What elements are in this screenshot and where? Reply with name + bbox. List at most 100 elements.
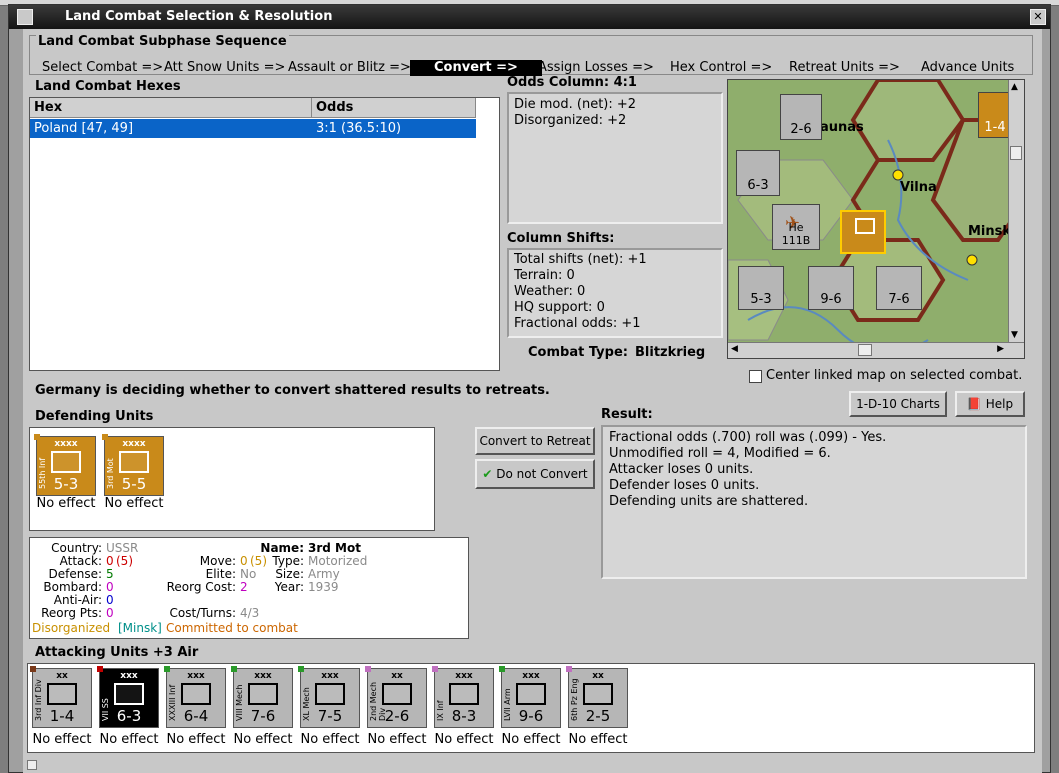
odds-column-panel: Die mod. (net): +2 Disorganized: +2 bbox=[507, 92, 723, 224]
step-assign-losses: Assign Losses => bbox=[538, 60, 654, 75]
scroll-right-icon[interactable]: ▶ bbox=[997, 344, 1004, 354]
map-counter[interactable]: 7-6 bbox=[876, 266, 922, 310]
center-map-label: Center linked map on selected combat. bbox=[766, 368, 1023, 383]
attacker-unit[interactable]: xxx VIII Mech 7-6 bbox=[231, 666, 293, 728]
linked-map[interactable]: aunas Vilna Minsk 2-6 6-3 ✈ He 111B 5-3 … bbox=[727, 79, 1025, 359]
attacker-unit[interactable]: xx 6th Pz Eng 2-5 bbox=[566, 666, 628, 728]
checkmark-icon: ✔ bbox=[482, 467, 493, 481]
combat-type-label: Combat Type: bbox=[528, 345, 628, 360]
attacker-unit[interactable]: xxx VII SS 6-3 bbox=[97, 666, 159, 728]
attacker-effect: No effect bbox=[233, 732, 293, 747]
combat-type-value: Blitzkrieg bbox=[635, 345, 706, 360]
scroll-left-icon[interactable]: ◀ bbox=[731, 344, 738, 354]
attacker-unit[interactable]: xxx XXXIII Inf 6-4 bbox=[164, 666, 226, 728]
defending-title: Defending Units bbox=[35, 409, 154, 424]
dialog-body: Land Combat Subphase Sequence Select Com… bbox=[23, 29, 1042, 773]
unit-symbol-icon bbox=[248, 683, 278, 705]
unit-symbol-icon bbox=[583, 683, 613, 705]
map-counter[interactable]: 9-6 bbox=[808, 266, 854, 310]
defender-unit[interactable]: xxxx 3rd Mot 5-5 bbox=[102, 434, 164, 496]
unit-symbol-icon bbox=[315, 683, 345, 705]
map-counter[interactable]: 5-3 bbox=[738, 266, 784, 310]
attacker-unit[interactable]: xxx XL Mech 7-5 bbox=[298, 666, 360, 728]
costturns-value: 4/3 bbox=[240, 606, 260, 620]
attacker-unit[interactable]: xxx LVII Arm 9-6 bbox=[499, 666, 561, 728]
result-line: Defender loses 0 units. bbox=[609, 478, 760, 493]
defender-unit[interactable]: xxxx 55th Inf 5-3 bbox=[34, 434, 96, 496]
do-not-convert-button[interactable]: ✔ Do not Convert bbox=[475, 459, 595, 489]
unit-year-value: 1939 bbox=[308, 580, 339, 594]
step-hex-control: Hex Control => bbox=[670, 60, 773, 75]
status-disorganized: Disorganized bbox=[32, 621, 111, 635]
attacker-effect: No effect bbox=[568, 732, 628, 747]
status-committed: Committed to combat bbox=[166, 621, 298, 635]
close-button[interactable]: ✕ bbox=[1030, 9, 1046, 25]
scroll-thumb[interactable] bbox=[1010, 146, 1022, 160]
system-menu-icon[interactable] bbox=[17, 9, 33, 25]
column-shifts-title: Column Shifts: bbox=[507, 231, 615, 246]
result-panel: Fractional odds (.700) roll was (.099) -… bbox=[601, 425, 1027, 579]
map-vertical-scrollbar[interactable]: ▲ ▼ bbox=[1008, 80, 1024, 358]
help-button[interactable]: 📕 Help bbox=[955, 391, 1025, 417]
odds-column-header[interactable]: Odds bbox=[312, 98, 476, 118]
window-titlebar[interactable]: Land Combat Selection & Resolution ✕ bbox=[9, 5, 1050, 29]
result-title: Result: bbox=[601, 407, 653, 422]
elite-value: No bbox=[240, 567, 257, 581]
attacker-unit[interactable]: xx 3rd Inf Div 1-4 bbox=[30, 666, 92, 728]
scroll-thumb[interactable] bbox=[858, 344, 872, 356]
defense-value: 5 bbox=[106, 567, 114, 581]
unit-type-value: Motorized bbox=[308, 554, 368, 568]
reorgpts-value: 0 bbox=[106, 606, 114, 620]
attacker-effect: No effect bbox=[166, 732, 226, 747]
hex-column-header[interactable]: Hex bbox=[30, 98, 312, 118]
status-location: [Minsk] bbox=[118, 621, 162, 635]
map-aircraft-counter[interactable]: ✈ He 111B bbox=[772, 204, 820, 250]
attacking-title: Attacking Units +3 Air bbox=[35, 645, 199, 660]
scroll-down-icon[interactable]: ▼ bbox=[1011, 330, 1018, 340]
attack-paren: (5) bbox=[116, 554, 133, 568]
attacker-unit[interactable]: xxx IX Inf 8-3 bbox=[432, 666, 494, 728]
unit-symbol-icon bbox=[449, 683, 479, 705]
result-line: Defending units are shattered. bbox=[609, 494, 809, 509]
result-line: Attacker loses 0 units. bbox=[609, 462, 754, 477]
scroll-up-icon[interactable]: ▲ bbox=[1011, 82, 1018, 92]
attacker-unit[interactable]: xx 2nd Mech Div 2-6 bbox=[365, 666, 427, 728]
unit-symbol-icon bbox=[516, 683, 546, 705]
bombard-value: 0 bbox=[106, 580, 114, 594]
help-label: Help bbox=[985, 397, 1014, 411]
unit-name-value: 3rd Mot bbox=[308, 541, 361, 555]
map-counter[interactable]: 1-4 bbox=[978, 92, 1012, 138]
map-label-kaunas: aunas bbox=[820, 120, 864, 135]
infantry-symbol-icon bbox=[51, 451, 81, 473]
convert-to-retreat-button[interactable]: Convert to Retreat bbox=[475, 427, 595, 455]
defender-effect: No effect bbox=[104, 496, 164, 511]
map-counter[interactable]: 6-3 bbox=[736, 150, 780, 196]
terrain-line: Terrain: 0 bbox=[514, 268, 575, 283]
step-select-combat: Select Combat => bbox=[42, 60, 164, 75]
map-label-vilna: Vilna bbox=[900, 180, 937, 195]
center-map-checkbox[interactable] bbox=[749, 370, 762, 383]
map-horizontal-scrollbar[interactable]: ◀ ▶ bbox=[728, 342, 1024, 358]
unit-symbol-icon bbox=[181, 683, 211, 705]
result-line: Fractional odds (.700) roll was (.099) -… bbox=[609, 430, 887, 445]
reorgcost-value: 2 bbox=[240, 580, 248, 594]
charts-button[interactable]: 1-D-10 Charts bbox=[849, 391, 947, 417]
defender-effect: No effect bbox=[36, 496, 96, 511]
defending-units-panel: xxxx 55th Inf 5-3 No effect xxxx 3rd Mot… bbox=[29, 427, 435, 531]
table-row[interactable]: Poland [47, 49] 3:1 (36.5:10) bbox=[30, 119, 476, 138]
step-retreat-units: Retreat Units => bbox=[789, 60, 900, 75]
resize-grip[interactable] bbox=[27, 760, 37, 770]
row-hex: Poland [47, 49] bbox=[34, 121, 134, 136]
combat-window: Land Combat Selection & Resolution ✕ Lan… bbox=[8, 4, 1051, 773]
row-odds: 3:1 (36.5:10) bbox=[316, 121, 402, 136]
fractional-odds-line: Fractional odds: +1 bbox=[514, 316, 641, 331]
map-counter[interactable]: 2-6 bbox=[780, 94, 822, 140]
map-selected-defender[interactable] bbox=[840, 210, 886, 254]
total-shifts-line: Total shifts (net): +1 bbox=[514, 252, 647, 267]
column-shifts-panel: Total shifts (net): +1 Terrain: 0 Weathe… bbox=[507, 248, 723, 338]
unit-symbol-icon bbox=[382, 683, 412, 705]
disorganized-line: Disorganized: +2 bbox=[514, 113, 627, 128]
odds-column-title: Odds Column: 4:1 bbox=[507, 75, 637, 90]
weather-line: Weather: 0 bbox=[514, 284, 586, 299]
move-value: 0 bbox=[240, 554, 248, 568]
